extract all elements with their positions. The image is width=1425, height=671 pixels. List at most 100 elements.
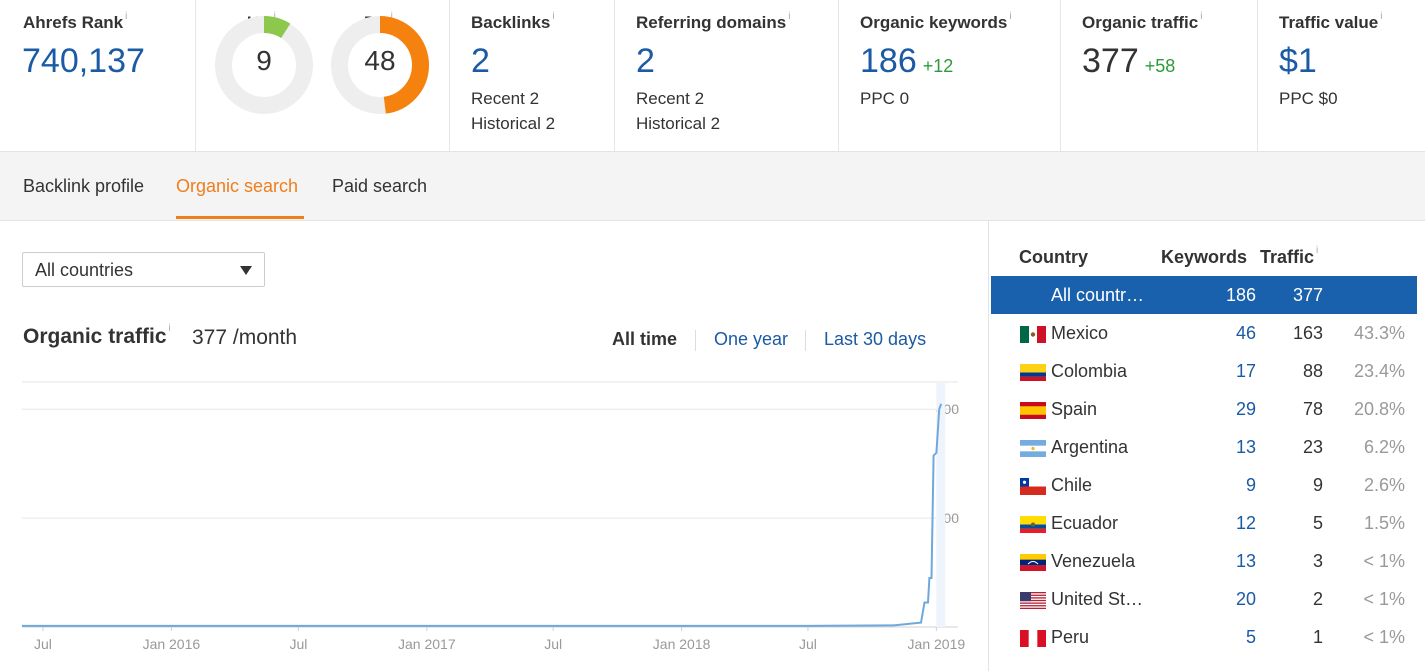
country-row[interactable]: Spain 29 78 20.8% [991,390,1417,428]
country-traffic: 5 [1312,513,1323,533]
country-name[interactable]: All countries [1051,285,1147,306]
country-keywords[interactable]: 5 [1246,627,1256,648]
country-row[interactable]: Peru 5 1 < 1% [991,618,1417,656]
info-icon[interactable]: i [1200,11,1202,22]
country-name[interactable]: Argentina [1051,437,1147,458]
range-all-time[interactable]: All time [612,329,677,350]
country-name[interactable]: Peru [1051,627,1147,648]
country-traffic-percent: 20.8% [1353,399,1405,419]
country-select-value: All countries [35,260,134,280]
backlinks-value[interactable]: 2 [471,42,490,81]
tab-paid-search[interactable]: Paid search [332,176,427,197]
country-column-header: Country [1019,247,1088,267]
dr-gauge: 48 [330,15,430,115]
flag-co-icon [1020,364,1046,381]
flag-ve-icon [1020,554,1046,571]
organic-keywords-value[interactable]: 186 [860,42,917,80]
info-icon[interactable]: i [1380,11,1382,22]
country-traffic: 3 [1312,551,1323,571]
country-traffic-percent: < 1% [1363,627,1405,647]
country-traffic-percent: 2.6% [1363,475,1405,495]
organic-traffic-delta: +58 [1144,56,1176,76]
country-traffic-percent: 1.5% [1363,513,1405,533]
organic-traffic-chart-value: 377 /month [192,326,298,349]
country-row[interactable]: Chile 9 9 2.6% [991,466,1417,504]
country-keywords[interactable]: 13 [1236,437,1256,458]
x-tick-label: Jul [34,636,52,652]
range-last-30-days[interactable]: Last 30 days [824,329,926,350]
country-keywords[interactable]: 46 [1236,323,1256,344]
metrics-bar: Ahrefs Rank i 740,137 UR i 9 DR i 48 Backli… [0,0,1425,152]
flag-ec-icon [1020,516,1046,533]
organic-traffic-chart: 200400Jul Jan 2016 Jul Jan 2017 Jul Jan 2018 J… [22,381,966,652]
country-name[interactable]: Ecuador [1051,513,1147,534]
country-keywords[interactable]: 29 [1236,399,1256,420]
country-name[interactable]: Chile [1051,475,1147,496]
country-name[interactable]: Venezuela [1051,551,1147,572]
country-keywords[interactable]: 12 [1236,513,1256,534]
section-tabs: Backlink profile Organic search Paid sea… [0,152,1425,221]
organic-keywords-label: Organic keywords [860,13,1008,32]
metric-backlinks: Backlinks i 2 Recent 2 Historical 2 [450,0,615,151]
info-icon[interactable]: i [788,11,790,22]
x-tick-label: Jan 2017 [398,636,456,652]
x-tick-label: Jul [799,636,817,652]
country-keywords[interactable]: 13 [1236,551,1256,572]
metric-ur-dr: UR i 9 DR i 48 [196,0,450,151]
dr-value: 48 [364,45,396,76]
country-keywords[interactable]: 17 [1236,361,1256,382]
x-tick-label: Jan 2019 [908,636,966,652]
country-name[interactable]: United States [1051,589,1147,610]
flag-us-icon [1020,592,1046,609]
tab-backlink-profile[interactable]: Backlink profile [23,176,144,197]
traffic-column-header: Traffic [1260,247,1315,267]
backlinks-recent: Recent 2 [471,89,540,108]
organic-keywords-ppc: PPC 0 [860,89,910,108]
country-row[interactable]: Colombia 17 88 23.4% [991,352,1417,390]
tab-organic-search[interactable]: Organic search [176,176,298,197]
country-row[interactable]: United States 20 2 < 1% [991,580,1417,618]
referring-domains-value[interactable]: 2 [636,42,655,81]
active-tab-indicator [176,216,304,219]
country-table-panel: Country Keywords Traffic i All countries 1… [988,221,1425,671]
keywords-column-header: Keywords [1161,247,1248,267]
info-icon[interactable]: i [1009,11,1011,22]
metric-organic-traffic: Organic traffic i 377 +58 [1061,0,1258,151]
flag-ar-icon [1020,440,1046,457]
info-icon[interactable]: i [125,11,127,22]
metric-referring-domains: Referring domains i 2 Recent 2 Historical… [615,0,839,151]
info-icon[interactable]: i [552,11,554,22]
organic-traffic-label: Organic traffic [1082,13,1199,32]
range-one-year[interactable]: One year [714,329,788,350]
country-keywords[interactable]: 9 [1246,475,1256,496]
traffic-value-label: Traffic value [1279,13,1379,32]
country-traffic: 88 [1302,361,1323,381]
organic-traffic-value: 377 [1082,42,1139,80]
country-traffic-percent: 43.3% [1353,323,1405,343]
x-tick-label: Jul [289,636,307,652]
country-traffic: 78 [1302,399,1323,419]
backlinks-label: Backlinks [471,13,551,32]
country-name[interactable]: Spain [1051,399,1147,420]
country-name[interactable]: Mexico [1051,323,1147,344]
x-tick-label: Jan 2018 [653,636,711,652]
referring-domains-label: Referring domains [636,13,787,32]
country-traffic: 2 [1312,589,1323,609]
country-select[interactable]: All countries [22,252,265,287]
country-row[interactable]: Argentina 13 23 6.2% [991,428,1417,466]
metric-organic-keywords: Organic keywords i 186 +12 PPC 0 [839,0,1061,151]
country-keywords[interactable]: 186 [1226,285,1256,306]
country-name[interactable]: Colombia [1051,361,1147,382]
country-keywords[interactable]: 20 [1236,589,1256,610]
country-row-all[interactable]: All countries 186 377 [991,276,1417,314]
country-row[interactable]: Ecuador 12 5 1.5% [991,504,1417,542]
info-icon[interactable]: i [169,323,171,334]
country-row[interactable]: Venezuela 13 3 < 1% [991,542,1417,580]
country-row[interactable]: Mexico 46 163 43.3% [991,314,1417,352]
ur-value: 9 [256,45,272,76]
info-icon[interactable]: i [1316,245,1318,256]
flag-cl-icon [1020,478,1046,495]
country-traffic: 9 [1312,475,1323,495]
metric-ahrefs-rank: Ahrefs Rank i 740,137 [0,0,196,151]
flag-mx-icon [1020,326,1046,343]
